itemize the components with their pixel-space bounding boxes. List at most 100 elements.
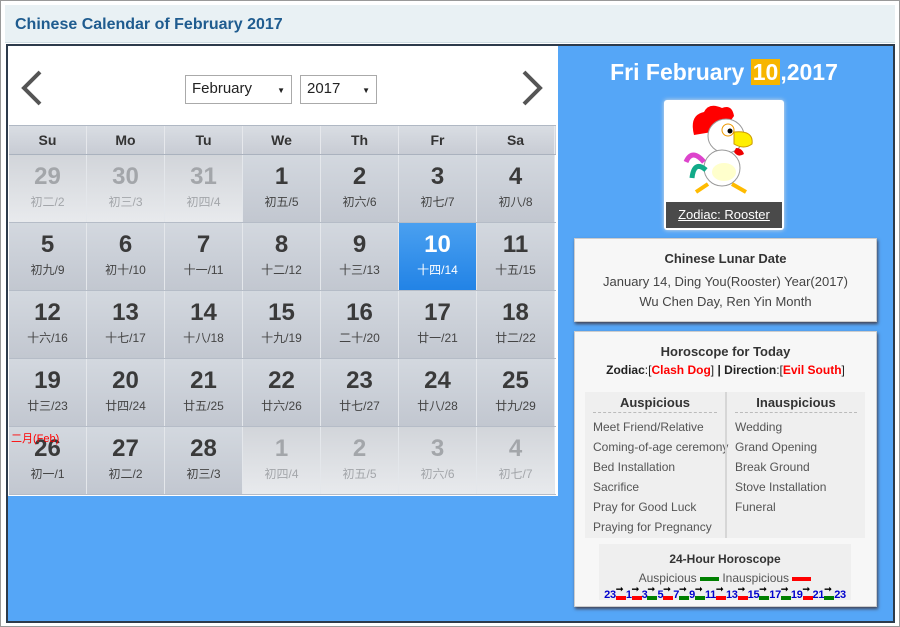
day-number: 20 — [112, 367, 139, 394]
day-cell[interactable]: 25 廿九/29 — [477, 359, 555, 426]
inauspicious-column: Inauspicious Wedding Grand Opening Break Gr… — [725, 392, 865, 538]
day-cell[interactable]: 17 廿一/21 — [399, 291, 477, 358]
weekday-label: Su — [9, 126, 87, 154]
lunar-day: 廿九/29 — [495, 399, 536, 413]
day-cell[interactable]: 2 初五/5 — [321, 427, 399, 494]
day-number: 28 — [190, 435, 217, 462]
lunar-day: 初七/7 — [498, 467, 533, 481]
weekday-label: Mo — [87, 126, 165, 154]
day-cell[interactable]: 31 初四/4 — [165, 155, 243, 222]
day-number: 19 — [34, 367, 61, 394]
year-select[interactable]: 2017 ▼ — [300, 75, 377, 104]
day-number: 11 — [502, 231, 529, 258]
lunar-day: 初五/5 — [264, 195, 299, 209]
lunar-day: 十九/19 — [261, 331, 302, 345]
day-cell[interactable]: 11 十五/15 — [477, 223, 555, 290]
lunar-day: 初二/2 — [108, 467, 143, 481]
legend-good-swatch — [699, 576, 719, 581]
day-cell[interactable]: 18 廿二/22 — [477, 291, 555, 358]
auspicious-item: Bed Installation — [593, 460, 676, 474]
day-cell[interactable]: 30 初三/3 — [87, 155, 165, 222]
day-cell[interactable]: 3 初六/6 — [399, 427, 477, 494]
arrow-right-icon: ➞ — [715, 584, 724, 594]
day-cell[interactable]: 1 初四/4 — [243, 427, 321, 494]
lunar-day: 初九/9 — [30, 263, 65, 277]
lunar-day: 初二/2 — [30, 195, 65, 209]
inauspicious-item: Stove Installation — [735, 480, 827, 494]
lunar-day: 二十/20 — [339, 331, 380, 345]
auspicious-item: Praying for Pregnancy — [593, 520, 712, 534]
day-number: 3 — [430, 163, 445, 190]
lunar-day: 廿三/23 — [27, 399, 68, 413]
hour-mark: 23 — [604, 589, 616, 601]
zodiac-card[interactable]: Zodiac: Rooster — [664, 100, 784, 230]
arrow-right-icon: ➞ — [615, 584, 624, 594]
lunar-month-label: 二月(Feb) — [11, 433, 60, 445]
day-cell-selected[interactable]: 10 十四/14 — [399, 223, 477, 290]
next-month-icon[interactable] — [516, 68, 546, 108]
lunar-day: 廿六/26 — [261, 399, 302, 413]
day-cell[interactable]: 21 廿五/25 — [165, 359, 243, 426]
lunar-day: 初八/8 — [498, 195, 533, 209]
day-number: 23 — [346, 367, 373, 394]
day-cell[interactable]: 7 十一/11 — [165, 223, 243, 290]
day-number: 4 — [508, 435, 523, 462]
weekday-label: We — [243, 126, 321, 154]
lunar-date-card: Chinese Lunar Date January 14, Ding You(… — [574, 238, 877, 322]
day-cell[interactable]: 22 廿六/26 — [243, 359, 321, 426]
day-cell[interactable]: 15 十九/19 — [243, 291, 321, 358]
hour-segment: ➞ — [824, 584, 835, 601]
arrow-right-icon: ➞ — [631, 584, 640, 594]
day-cell[interactable]: 23 廿七/27 — [321, 359, 399, 426]
day-cell[interactable]: 29 初二/2 — [9, 155, 87, 222]
day-number: 10 — [424, 231, 451, 258]
hour-mark: 21 — [812, 589, 825, 601]
day-cell[interactable]: 4 初七/7 — [477, 427, 555, 494]
day-cell[interactable]: 1 初五/5 — [243, 155, 321, 222]
day-cell[interactable]: 6 初十/10 — [87, 223, 165, 290]
day-cell[interactable]: 4 初八/8 — [477, 155, 555, 222]
auspicious-item: Coming-of-age ceremony — [593, 440, 729, 454]
lunar-day: 十七/17 — [105, 331, 146, 345]
month-select[interactable]: February ▼ — [185, 75, 292, 104]
day-cell[interactable]: 27 初二/2 — [87, 427, 165, 494]
lunar-day: 廿二/22 — [495, 331, 536, 345]
lunar-day: 十三/13 — [339, 263, 380, 277]
hour-segment: ➞ — [780, 584, 791, 601]
day-cell[interactable]: 14 十八/18 — [165, 291, 243, 358]
day-cell[interactable]: 12 十六/16 — [9, 291, 87, 358]
day-cell[interactable]: 2 初六/6 — [321, 155, 399, 222]
day-number: 3 — [430, 435, 445, 462]
day-number: 22 — [268, 367, 295, 394]
prev-month-icon[interactable] — [18, 68, 48, 108]
week-row: 12 十六/16 13 十七/17 14 十八/18 15 十九/19 16 二十/20 17 廿一/… — [9, 291, 556, 359]
day-cell[interactable]: 28 初三/3 — [165, 427, 243, 494]
zodiac-link[interactable]: Zodiac: Rooster — [666, 202, 782, 228]
selected-day-highlight: 10 — [750, 59, 781, 85]
day-number: 25 — [502, 367, 529, 394]
inauspicious-item: Funeral — [735, 500, 776, 514]
day-number: 31 — [190, 163, 217, 190]
auspicious-item: Sacrifice — [593, 480, 640, 494]
auspicious-table: Auspicious Meet Friend/Relative Coming-of-… — [585, 392, 865, 538]
lunar-day: 廿五/25 — [183, 399, 224, 413]
calendar-frame: February ▼ 2017 ▼ Su Mo Tu We Th Fr Sa 29 初二/2 30 初… — [6, 44, 895, 623]
hour-segment: ➞ — [647, 584, 658, 601]
day-cell[interactable]: 二月(Feb) 26 初一/1 — [9, 427, 87, 494]
page-title: Chinese Calendar of February 2017 — [15, 16, 283, 33]
day-cell[interactable]: 8 十二/12 — [243, 223, 321, 290]
day-cell[interactable]: 5 初九/9 — [9, 223, 87, 290]
day-cell[interactable]: 13 十七/17 — [87, 291, 165, 358]
day-cell[interactable]: 3 初七/7 — [399, 155, 477, 222]
day-number: 17 — [424, 299, 451, 326]
day-number: 30 — [112, 163, 139, 190]
day-cell[interactable]: 24 廿八/28 — [399, 359, 477, 426]
day-cell[interactable]: 16 二十/20 — [321, 291, 399, 358]
day-cell[interactable]: 20 廿四/24 — [87, 359, 165, 426]
selected-date-heading: Fri February 10,2017 — [610, 59, 838, 85]
day-cell[interactable]: 19 廿三/23 — [9, 359, 87, 426]
dropdown-caret-icon: ▼ — [277, 86, 285, 95]
day-number: 8 — [274, 231, 289, 258]
day-number: 21 — [190, 367, 217, 394]
day-cell[interactable]: 9 十三/13 — [321, 223, 399, 290]
